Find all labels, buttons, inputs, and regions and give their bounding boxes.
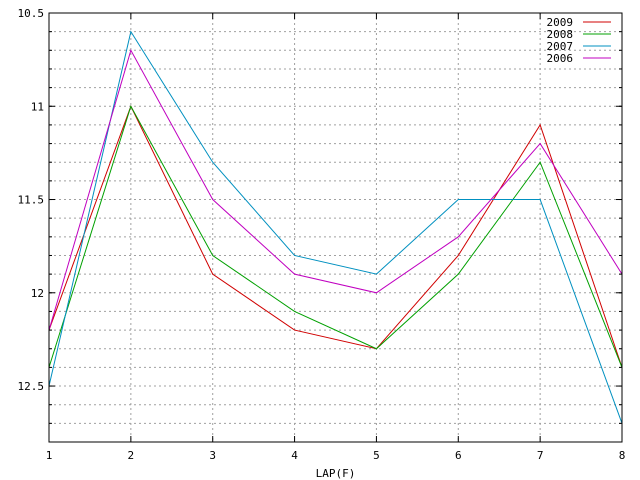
x-axis-label: LAP(F): [316, 467, 356, 480]
y-tick-label: 10.5: [18, 7, 45, 20]
x-tick-label: 5: [373, 449, 380, 462]
chart-background: [0, 0, 640, 480]
x-tick-label: 6: [455, 449, 462, 462]
x-tick-label: 7: [537, 449, 544, 462]
y-tick-label: 12.5: [18, 380, 45, 393]
y-tick-label: 11.5: [18, 194, 45, 207]
x-tick-label: 2: [128, 449, 135, 462]
y-tick-label: 11: [31, 100, 44, 113]
legend-label-2006: 2006: [547, 52, 574, 65]
x-tick-label: 3: [209, 449, 216, 462]
line-chart: 1 2 3 4 5 6 7 810.51111.51212.5 LAP(F) 20092008…: [0, 0, 640, 480]
x-tick-label: 4: [291, 449, 298, 462]
x-tick-label: 1: [46, 449, 53, 462]
y-tick-label: 12: [31, 287, 44, 300]
x-tick-label: 8: [619, 449, 626, 462]
